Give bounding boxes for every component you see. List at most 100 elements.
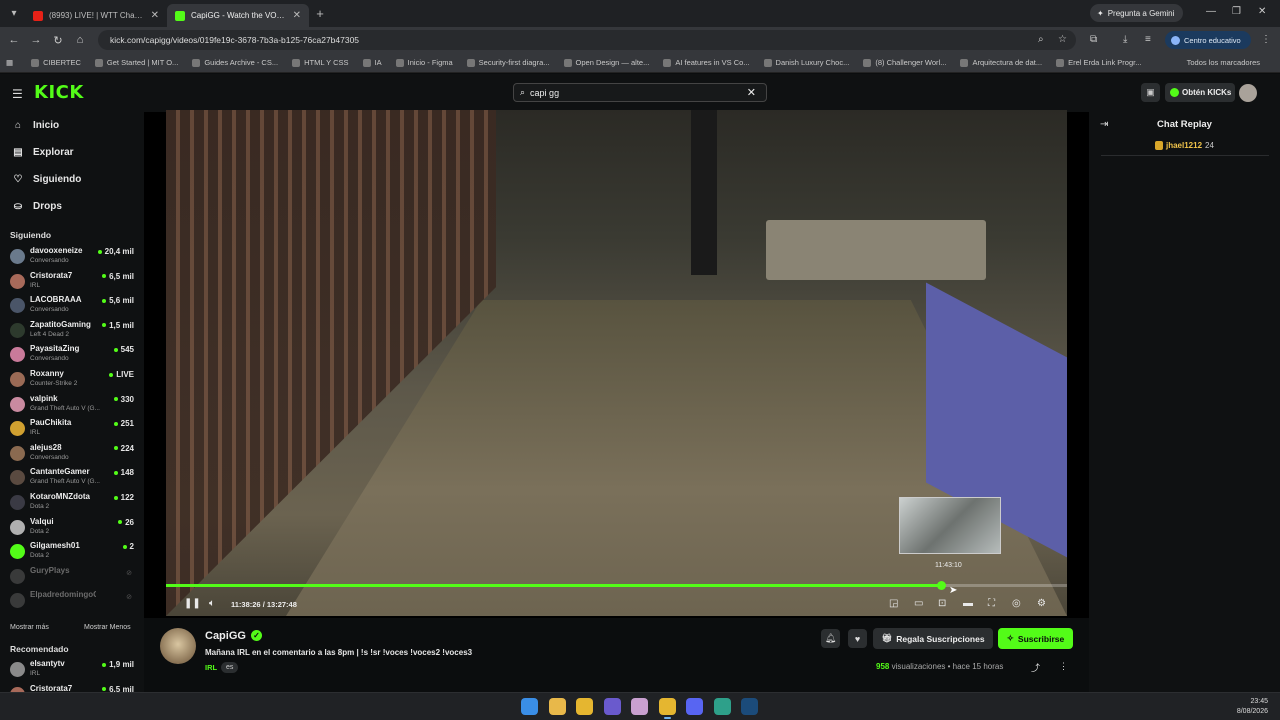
get-kicks-button[interactable]: Obtén KICKs [1165,83,1235,102]
bookmark-item[interactable]: HTML Y CSS [292,58,349,67]
sidebar-channel[interactable]: PauChikita IRL 251 [10,417,136,441]
streamer-name[interactable]: CapiGG [205,630,246,642]
sidebar-channel[interactable]: KotaroMNZdota Dota 2 122 [10,491,136,515]
file-explorer-icon[interactable] [548,698,566,715]
show-more-link[interactable]: Mostrar más [10,624,49,631]
discord-icon[interactable] [686,698,703,715]
more-options-icon[interactable]: ⋮ [1059,661,1068,672]
progress-handle[interactable] [936,581,946,590]
sidebar-channel[interactable]: CantanteGamer Grand Theft Auto V (G... 148 [10,466,136,490]
streamer-avatar[interactable] [160,628,196,664]
show-less-link[interactable]: Mostrar Menos [84,624,131,631]
sidebar-channel[interactable]: elsantytv IRL 1,9 mil [10,658,136,682]
bookmark-item[interactable]: IA [362,58,382,67]
chat-username[interactable]: jhael1212 [1166,141,1202,150]
extensions-icon[interactable]: ⧉ [1090,34,1097,45]
category-link[interactable]: IRL [205,663,217,672]
sidebar-channel[interactable]: ElpadredomingoOficial ⊘ [10,589,136,613]
bookmark-item[interactable]: Security-first diagra... [466,58,550,67]
zoom-icon[interactable]: ⌕ [1038,34,1044,45]
clear-search-icon[interactable]: ✕ [747,86,756,99]
back-icon[interactable]: ← [3,34,25,46]
tab-search-icon[interactable]: ▾ [3,4,25,24]
gemini-button[interactable]: ✦ Pregunta a Gemini [1090,4,1183,22]
miniplayer-icon[interactable]: ◲ [889,598,898,609]
sidebar-channel[interactable]: Cristorata7 IRL 6,5 mil [10,270,136,294]
language-tag[interactable]: es [221,662,239,673]
search-input[interactable]: ⌕ capi gg ✕ [513,83,767,102]
nav-item-explorar[interactable]: ▤ Explorar [12,144,73,160]
bookmark-item[interactable]: Open Design — alte... [563,58,649,67]
volume-icon[interactable]: 🔈︎ [209,598,215,609]
sidebar-channel[interactable]: PayasitaZing Conversando 545 [10,343,136,367]
sidebar-channel[interactable]: davooxeneize Conversando 20,4 mil [10,245,136,269]
app-icon-2[interactable] [631,698,648,715]
reload-icon[interactable]: ↻ [47,34,69,47]
tab-kick[interactable]: CapiGG - Watch the VOD o ✕ [167,4,309,27]
sidebar-channel[interactable]: LACOBRAAA Conversando 5,6 mil [10,294,136,318]
home-icon[interactable]: ⌂ [69,34,91,46]
fullscreen-icon[interactable]: ⛶ [988,598,995,609]
steam-icon[interactable] [741,698,758,715]
bookmark-item[interactable]: Get Started | MIT O... [94,58,178,67]
chrome-active-icon[interactable] [658,698,676,719]
download-icon[interactable]: ⤓ [1123,34,1127,45]
user-avatar[interactable] [1239,84,1257,102]
address-bar[interactable]: kick.com/capigg/videos/019fe19c-3678-7b3… [98,30,1076,50]
bookmark-item[interactable]: Erel Erda Link Progr... [1056,58,1141,67]
sidebar-channel[interactable]: alejus28 Conversando 224 [10,442,136,466]
theater-icon[interactable]: ▬ [963,598,973,609]
bookmark-star-icon[interactable]: ☆ [1058,34,1067,45]
media-icon[interactable]: ≡ [1145,34,1151,45]
settings-icon[interactable]: ⚙ [1037,598,1046,609]
bookmark-item[interactable]: AI features in VS Co... [663,58,750,67]
close-icon[interactable]: ✕ [151,10,159,21]
sidebar-channel[interactable]: Valqui Dota 2 26 [10,516,136,540]
bookmark-item[interactable]: Arquitectura de dat... [960,58,1042,67]
viewer-count: 1,5 mil [102,321,134,330]
apps-icon[interactable]: ▦ [6,58,13,67]
start-icon[interactable] [521,698,538,715]
forward-icon[interactable]: → [25,34,47,46]
close-icon[interactable]: ✕ [293,10,301,21]
sidebar-channel[interactable]: Roxanny Counter-Strike 2 LIVE [10,368,136,392]
tab-wtt[interactable]: (8993) LIVE! | WTT Champions ✕ [25,4,167,27]
restore-icon[interactable]: ❐ [1232,6,1241,17]
nav-item-inicio[interactable]: ⌂ Inicio [12,117,59,133]
sidebar-channel[interactable]: GuryPlays ⊘ [10,565,136,589]
viewer-count: 224 [113,444,134,453]
gift-subs-button[interactable]: 🎁︎ Regala Suscripciones [873,628,993,649]
library-button[interactable]: ▣ [1141,83,1160,102]
chrome-icon[interactable] [576,698,593,715]
new-tab-button[interactable]: + [309,6,331,21]
pause-icon[interactable]: ❚❚ [184,598,201,609]
follow-button[interactable]: ♥ [848,629,867,648]
nav-item-siguiendo[interactable]: ♡ Siguiendo [12,171,82,187]
sidebar-channel[interactable]: valpink Grand Theft Auto V (G... 330 [10,393,136,417]
minimize-icon[interactable]: — [1206,6,1216,17]
bookmark-item[interactable]: (8) Challenger Worl... [863,58,946,67]
clip-icon[interactable]: ▭ [914,598,923,609]
progress-bar[interactable] [166,581,1067,590]
hamburger-menu-icon[interactable]: ☰ [12,87,23,101]
bookmark-item[interactable]: CIBERTEC [31,58,81,67]
sidebar-channel[interactable]: ZapatitoGaming Left 4 Dead 2 1,5 mil [10,319,136,343]
bookmark-item[interactable]: Guides Archive - CS... [192,58,278,67]
all-bookmarks[interactable]: Todos los marcadores [1187,58,1260,67]
bookmark-item[interactable]: Inicio - Figma [395,58,453,67]
close-window-icon[interactable]: ✕ [1258,6,1266,17]
app-icon-3[interactable] [713,698,731,715]
app-icon[interactable] [603,698,621,715]
profile-button[interactable]: Centro educativo [1165,31,1251,49]
bookmark-item[interactable]: Danish Luxury Choc... [763,58,849,67]
sidebar-channel[interactable]: Gilgamesh01 Dota 2 2 [10,540,136,564]
nav-item-drops[interactable]: ⛀ Drops [12,198,62,214]
speed-icon[interactable]: ◎ [1012,598,1021,609]
kick-logo[interactable]: KICK [34,82,84,103]
share-icon[interactable]: ⤴ [1031,661,1040,674]
subscribe-button[interactable]: ✧ Suscribirse [998,628,1073,649]
menu-dots-icon[interactable]: ⋮ [1261,34,1271,45]
notifications-button[interactable]: 🔔︎ [821,629,840,648]
captions-icon[interactable]: ⊡ [938,598,946,609]
system-clock[interactable]: 23:45 8/08/2026 [1237,697,1268,717]
